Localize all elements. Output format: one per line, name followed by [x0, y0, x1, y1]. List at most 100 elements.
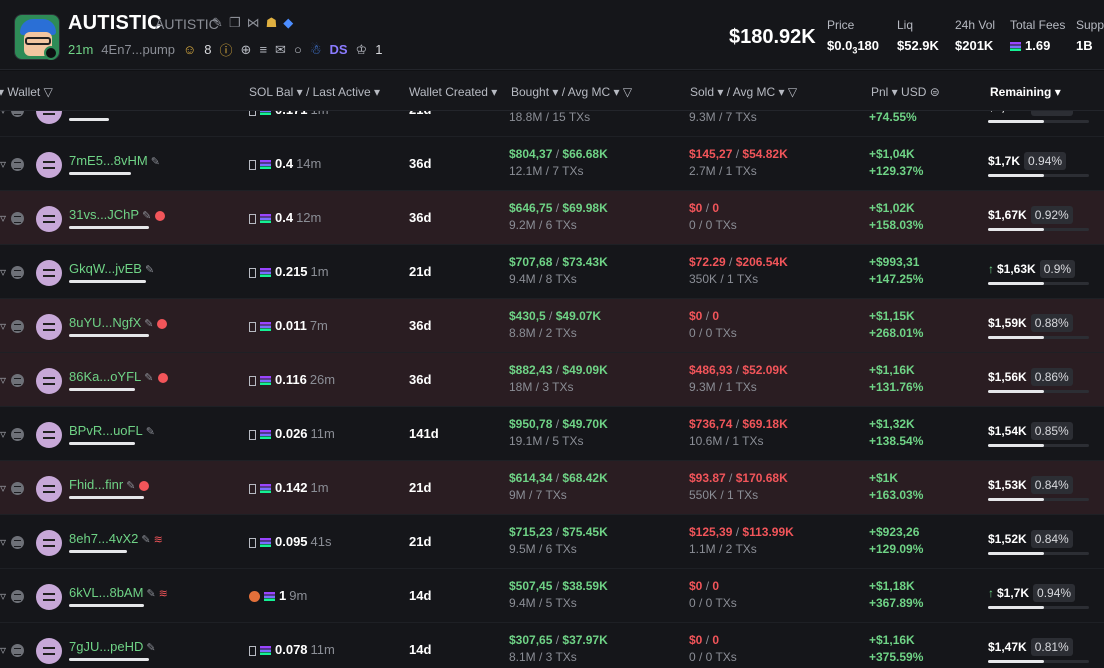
- edit-icon[interactable]: ✎: [212, 15, 223, 31]
- table-row[interactable]: ▿ 8uYU...NgfX ✎ 0.011 7m 36d $430,5 / $49.07K 8…: [0, 299, 1104, 353]
- warning-icon[interactable]: ⓘ: [220, 40, 233, 59]
- details-icon[interactable]: [11, 428, 24, 441]
- sold-cell: $... / $...9.3M / 7 TXs: [689, 111, 757, 124]
- edit-icon[interactable]: ✎: [146, 588, 155, 600]
- wallet-avatar[interactable]: [36, 476, 62, 502]
- filter-icon[interactable]: ▿: [0, 481, 6, 495]
- filter-icon[interactable]: ▽: [44, 85, 53, 99]
- table-row[interactable]: ▿ 86Ka...oYFL ✎ 0.116 26m 36d $882,43 / $49.09…: [0, 353, 1104, 407]
- bought-header[interactable]: Bought ▾ / Avg MC ▾ ▽: [511, 85, 632, 99]
- wallet-avatar[interactable]: [36, 260, 62, 286]
- wallet-icon: [249, 483, 256, 494]
- wallet-created: 21d: [409, 111, 431, 117]
- wallet-created-header[interactable]: Wallet Created ▾: [409, 85, 497, 99]
- table-row[interactable]: ▿ 6kVL...8bAM ✎ ≋ 1 9m 14d $507,45 / $38.59K 9.4…: [0, 569, 1104, 623]
- edit-icon[interactable]: ✎: [139, 111, 148, 114]
- filter-icon[interactable]: ▿: [0, 265, 6, 279]
- sol-bal-header[interactable]: SOL Bal ▾ / Last Active ▾: [249, 85, 380, 99]
- edit-icon[interactable]: ✎: [151, 156, 160, 168]
- edit-icon[interactable]: ✎: [145, 264, 154, 276]
- details-icon[interactable]: [11, 536, 24, 549]
- usd-toggle[interactable]: USD: [901, 85, 926, 99]
- last-active-header[interactable]: / Last Active: [306, 85, 371, 99]
- pnl-header[interactable]: Pnl ▾ USD ⊜: [871, 85, 940, 99]
- details-icon[interactable]: [11, 111, 24, 117]
- filter-icon[interactable]: ▿: [0, 373, 6, 387]
- wallet-name[interactable]: 8eh7...4vX2 ✎ ≋: [69, 531, 163, 546]
- share-icon[interactable]: ⋈: [247, 15, 260, 31]
- wallet-avatar[interactable]: [36, 152, 62, 178]
- remaining-percent: 0.84%: [1030, 476, 1073, 494]
- wallet-name[interactable]: GkqW...jvEB ✎: [69, 261, 154, 276]
- wallet-header[interactable]: ▾ Wallet ▽: [0, 85, 53, 99]
- details-icon[interactable]: [11, 374, 24, 387]
- sold-header[interactable]: Sold ▾ / Avg MC ▾ ▽: [690, 85, 797, 99]
- filter-icon[interactable]: ▿: [0, 535, 6, 549]
- details-icon[interactable]: [11, 158, 24, 171]
- filter-icon[interactable]: ▿: [0, 643, 6, 657]
- edit-icon[interactable]: ✎: [141, 534, 150, 546]
- details-icon[interactable]: [11, 266, 24, 279]
- wallet-avatar[interactable]: [36, 584, 62, 610]
- edit-icon[interactable]: ✎: [126, 480, 135, 492]
- table-row[interactable]: ▿ Fhid...finr ✎ 0.142 1m 21d $614,34 / $68.42K…: [0, 461, 1104, 515]
- wallet-name[interactable]: BPvR...uoFL ✎: [69, 423, 155, 438]
- wallet-avatar[interactable]: [36, 111, 62, 124]
- filter-icon[interactable]: ▽: [623, 85, 632, 99]
- filter-icon[interactable]: ▿: [0, 427, 6, 441]
- wallet-name[interactable]: 7mE5...8vHM ✎: [69, 153, 160, 168]
- table-row[interactable]: ▿ 31vs...JChP ✎ 0.4 12m 36d $646,75 / $69.98K 9…: [0, 191, 1104, 245]
- wallet-name[interactable]: Fhid...finr ✎: [69, 477, 150, 492]
- crown-icon[interactable]: ♔: [356, 42, 368, 58]
- details-icon[interactable]: [11, 644, 24, 657]
- wallet-avatar[interactable]: [36, 530, 62, 556]
- wallet-name[interactable]: 8uYU...NgfX ✎: [69, 315, 168, 330]
- table-row[interactable]: ▿ GkqW...jvEB ✎ 0.215 1m 21d $707,68 / $73.43K…: [0, 245, 1104, 299]
- edit-icon[interactable]: ✎: [146, 642, 155, 654]
- holders-icon[interactable]: ☺: [183, 42, 196, 57]
- list-icon[interactable]: ≡: [259, 42, 267, 57]
- edit-icon[interactable]: ✎: [142, 210, 151, 222]
- table-row[interactable]: ▿ BPvR...uoFL ✎ 0.026 11m 141d $950,78 / $49.7…: [0, 407, 1104, 461]
- edit-icon[interactable]: ✎: [144, 318, 153, 330]
- details-icon[interactable]: [11, 482, 24, 495]
- wallet-name[interactable]: 3dY8...rueh✎: [69, 111, 148, 114]
- chat-icon[interactable]: ✉: [275, 42, 286, 58]
- filter-icon[interactable]: ▿: [0, 211, 6, 225]
- details-icon[interactable]: [11, 212, 24, 225]
- verified-icon[interactable]: ◆: [283, 15, 293, 31]
- wallet-name[interactable]: 7gJU...peHD ✎: [69, 639, 156, 654]
- copy-icon[interactable]: ❐: [229, 15, 241, 31]
- table-row[interactable]: ▿ 3dY8...rueh✎ 0.1711m 21d $... / $...18.8M …: [0, 111, 1104, 137]
- edit-icon[interactable]: ✎: [144, 372, 153, 384]
- filter-icon[interactable]: ▿: [0, 111, 6, 117]
- token-address[interactable]: 4En7...pump: [101, 42, 175, 57]
- edit-icon[interactable]: ✎: [146, 426, 155, 438]
- wallet-created: 21d: [409, 534, 432, 549]
- wallet-avatar[interactable]: [36, 206, 62, 232]
- filter-icon[interactable]: ▿: [0, 589, 6, 603]
- wallet-avatar[interactable]: [36, 422, 62, 448]
- wallet-avatar[interactable]: [36, 314, 62, 340]
- currency-icon[interactable]: ⊜: [930, 85, 940, 99]
- table-row[interactable]: ▿ 7mE5...8vHM ✎ 0.4 14m 36d $804,37 / $66.68K 1…: [0, 137, 1104, 191]
- wallet-avatar[interactable]: [36, 368, 62, 394]
- ds-label[interactable]: DS: [329, 42, 347, 57]
- community-icon[interactable]: ☗: [266, 15, 278, 31]
- wallet-avatar[interactable]: [36, 638, 62, 664]
- details-icon[interactable]: [11, 590, 24, 603]
- search-icon[interactable]: ○: [294, 42, 302, 57]
- wallet-name[interactable]: 6kVL...8bAM ✎ ≋: [69, 585, 168, 600]
- filter-icon[interactable]: ▿: [0, 157, 6, 171]
- table-row[interactable]: ▿ 8eh7...4vX2 ✎ ≋ 0.095 41s 21d $715,23 / $75.4…: [0, 515, 1104, 569]
- table-row[interactable]: ▿ 7gJU...peHD ✎ 0.078 11m 14d $307,65 / $37.97…: [0, 623, 1104, 668]
- wallet-name[interactable]: 86Ka...oYFL ✎: [69, 369, 168, 384]
- globe-icon[interactable]: ⊕: [241, 42, 252, 58]
- sold-cell: $125,39 / $113.99K 1.1M / 2 TXs: [689, 525, 794, 556]
- filter-icon[interactable]: ▽: [788, 85, 797, 99]
- dex-icon[interactable]: ☃: [310, 42, 322, 58]
- filter-icon[interactable]: ▿: [0, 319, 6, 333]
- wallet-name[interactable]: 31vs...JChP ✎: [69, 207, 166, 222]
- details-icon[interactable]: [11, 320, 24, 333]
- remaining-header[interactable]: Remaining ▾: [990, 85, 1061, 99]
